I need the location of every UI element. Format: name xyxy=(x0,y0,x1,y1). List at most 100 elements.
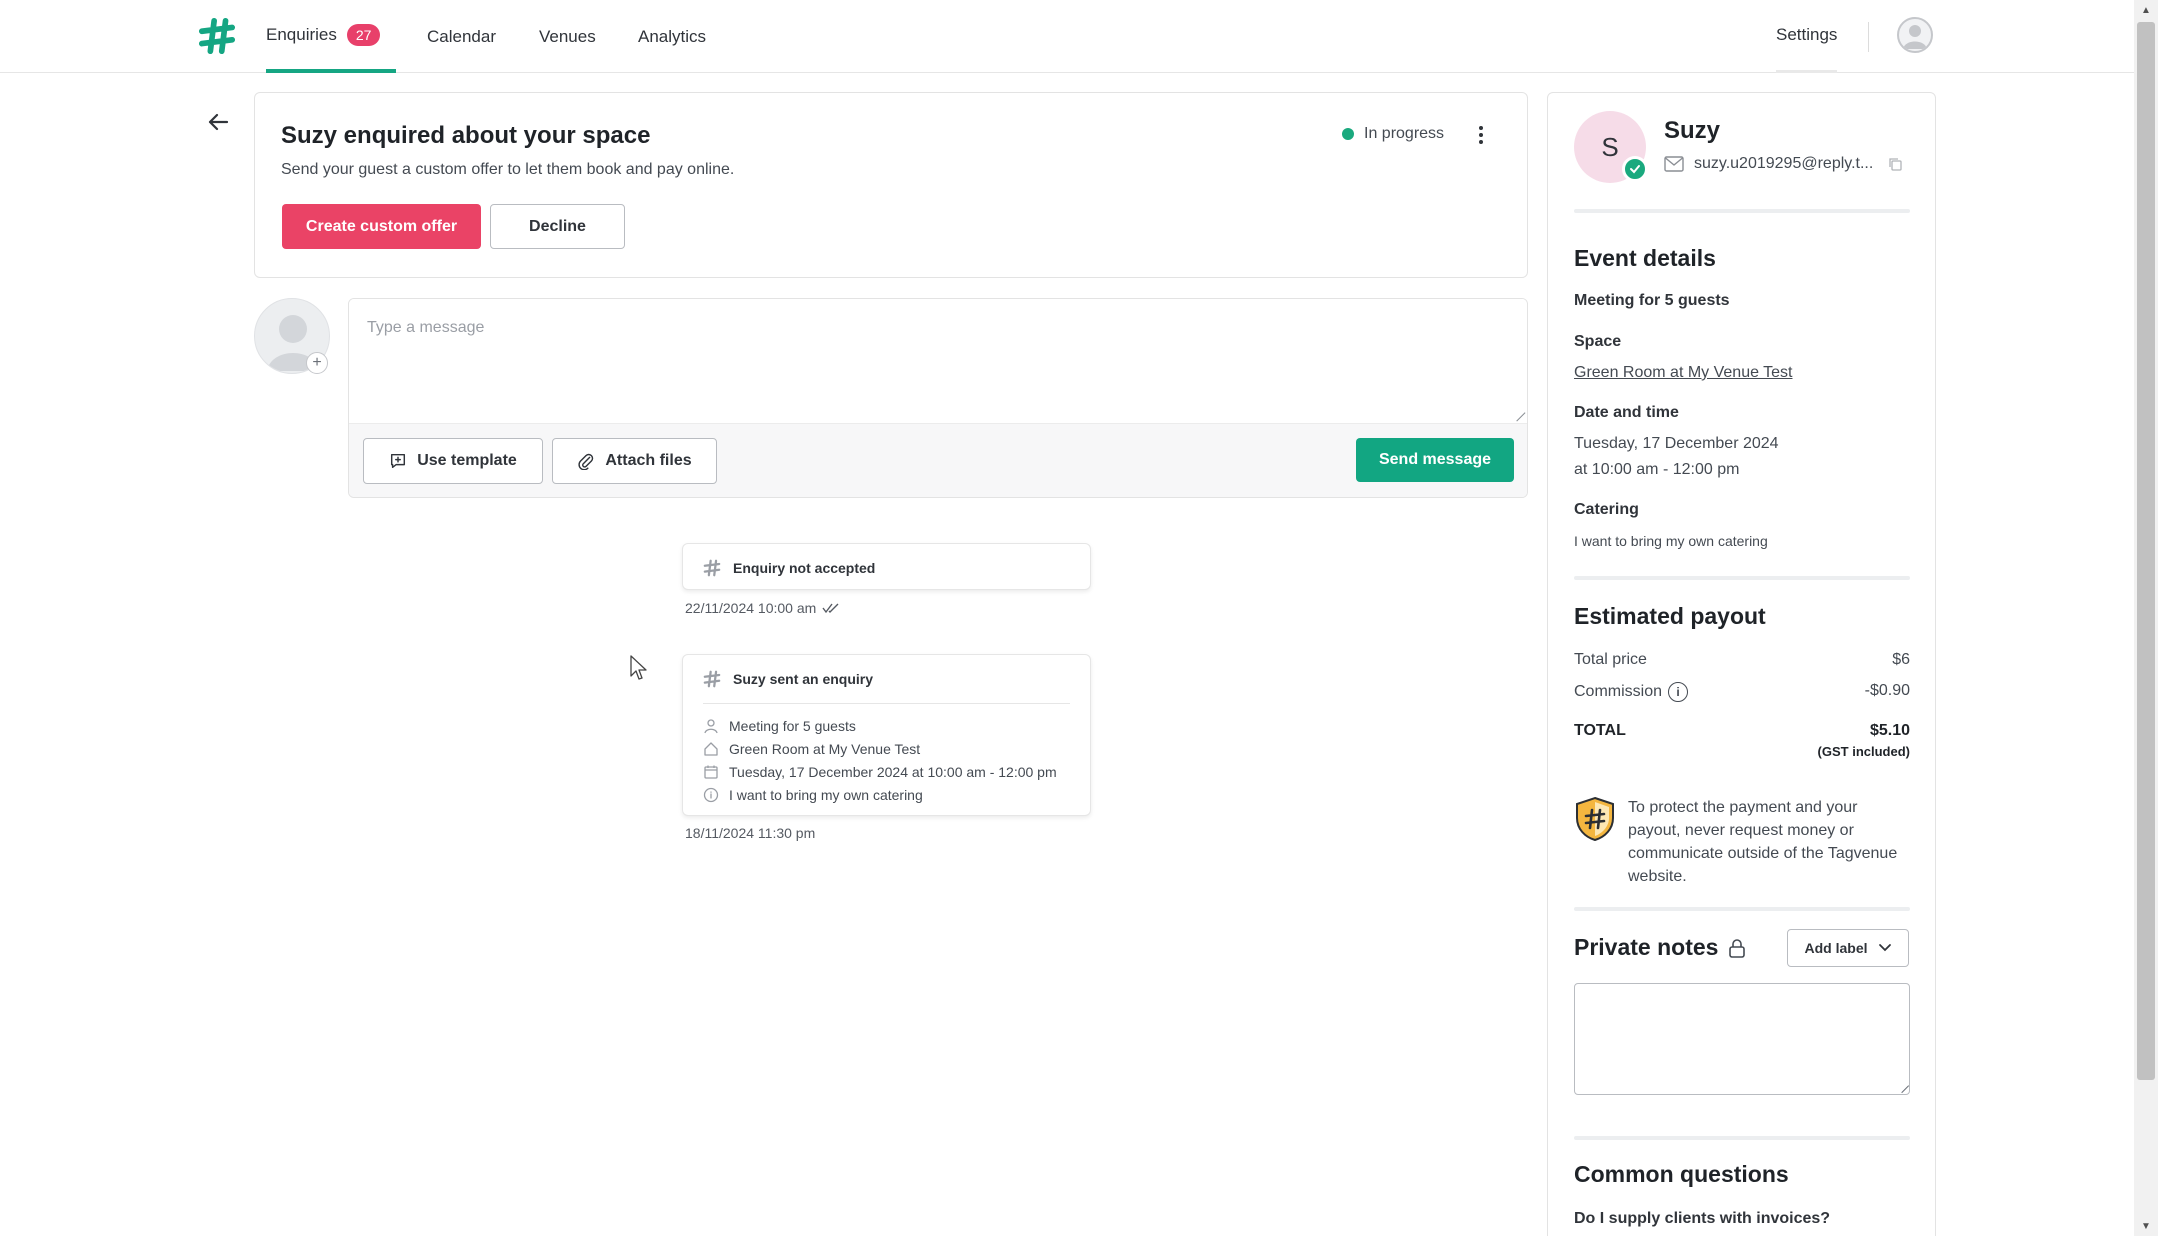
scroll-down-arrow-icon[interactable]: ▼ xyxy=(2134,1216,2158,1236)
nav-calendar[interactable]: Calendar xyxy=(427,0,496,73)
calendar-icon xyxy=(704,765,718,779)
message-input[interactable] xyxy=(349,299,1527,423)
person-icon xyxy=(704,718,718,733)
user-avatar-icon[interactable] xyxy=(1897,17,1933,53)
enquiry-line-catering: I want to bring my own catering xyxy=(703,783,1070,806)
total-price-label: Total price xyxy=(1574,651,1647,668)
space-label: Space xyxy=(1574,333,1622,350)
event-enquiry-timestamp: 18/11/2024 11:30 pm xyxy=(685,825,815,841)
enquiry-title: Suzy enquired about your space xyxy=(281,122,651,149)
total-price-value: $6 xyxy=(1892,651,1910,668)
payout-total-label: TOTAL xyxy=(1574,722,1626,739)
commission-info-icon[interactable]: i xyxy=(1668,682,1689,702)
nav-enquiries-label: Enquiries xyxy=(266,24,337,44)
panel-separator xyxy=(1574,907,1910,911)
use-template-button[interactable]: Use template xyxy=(363,438,543,484)
event-not-accepted-title: Enquiry not accepted xyxy=(733,559,876,576)
add-label-text: Add label xyxy=(1804,940,1868,956)
private-notes-heading-row: Private notes xyxy=(1574,934,1746,961)
nav-venues[interactable]: Venues xyxy=(539,0,596,73)
enquiry-subtitle: Send your guest a custom offer to let th… xyxy=(281,161,735,178)
nav-venues-label: Venues xyxy=(539,26,596,46)
space-link[interactable]: Green Room at My Venue Test xyxy=(1574,364,1792,382)
payout-total-value: $5.10 xyxy=(1869,722,1910,739)
commission-value: -$0.90 xyxy=(1864,682,1910,699)
enquiries-count-badge: 27 xyxy=(346,23,381,46)
attach-files-label: Attach files xyxy=(605,452,692,469)
commission-label: Commission xyxy=(1574,683,1663,701)
guest-name: Suzy xyxy=(1664,117,1721,144)
enquiry-date-text: Tuesday, 17 December 2024 at 10:00 am - … xyxy=(729,763,1057,780)
event-enquiry-time: 18/11/2024 11:30 pm xyxy=(685,825,816,841)
create-custom-offer-button[interactable]: Create custom offer xyxy=(282,204,481,249)
payout-total-row: TOTAL $5.10 xyxy=(1574,722,1910,740)
more-options-icon[interactable] xyxy=(1469,121,1493,149)
status-dot-icon xyxy=(1342,128,1354,140)
template-icon xyxy=(391,453,406,469)
enquiry-guests-text: Meeting for 5 guests xyxy=(729,717,856,734)
event-enquiry-title: Suzy sent an enquiry xyxy=(733,671,874,687)
panel-separator xyxy=(1574,1136,1910,1140)
common-questions-heading: Common questions xyxy=(1574,1161,1789,1187)
shield-icon xyxy=(1576,796,1614,842)
tagvenue-mark-icon xyxy=(703,559,721,576)
panel-separator xyxy=(1574,209,1910,213)
event-time: at 10:00 am - 12:00 pm xyxy=(1574,461,1740,478)
private-notes-heading: Private notes xyxy=(1574,934,1719,960)
decline-button[interactable]: Decline xyxy=(490,204,625,249)
payment-protection-note: To protect the payment and your payout, … xyxy=(1574,796,1910,888)
envelope-icon xyxy=(1664,156,1684,172)
add-label-dropdown[interactable]: Add label xyxy=(1787,929,1909,967)
paperclip-icon xyxy=(578,453,594,470)
estimated-payout-heading: Estimated payout xyxy=(1574,603,1766,629)
event-enquiry-card: Suzy sent an enquiry Meeting for 5 guest… xyxy=(682,654,1091,816)
send-message-button[interactable]: Send message xyxy=(1356,438,1514,482)
event-not-accepted-timestamp: 22/11/2024 10:00 am xyxy=(685,600,840,616)
guest-email-row: suzy.u2019295@reply.t... xyxy=(1664,155,1903,173)
info-circle-icon xyxy=(703,787,719,802)
mouse-cursor-icon xyxy=(629,654,649,687)
payment-protection-text: To protect the payment and your payout, … xyxy=(1628,799,1898,885)
message-composer: Use template Attach files Send message xyxy=(348,298,1528,498)
panel-separator xyxy=(1574,576,1910,580)
commission-row: Commission i -$0.90 xyxy=(1574,682,1910,702)
event-details-heading: Event details xyxy=(1574,245,1716,271)
status-indicator: In progress xyxy=(1342,125,1444,143)
scroll-up-arrow-icon[interactable]: ▲ xyxy=(2134,0,2158,20)
nav-enquiries[interactable]: Enquiries 27 xyxy=(266,0,396,73)
catering-label: Catering xyxy=(1574,501,1639,518)
enquiry-line-date: Tuesday, 17 December 2024 at 10:00 am - … xyxy=(703,760,1070,783)
copy-icon xyxy=(1889,158,1902,171)
date-time-label: Date and time xyxy=(1574,404,1679,421)
home-icon xyxy=(704,741,718,756)
page-scrollbar[interactable]: ▲ ▼ xyxy=(2134,0,2158,1236)
faq-question-invoices[interactable]: Do I supply clients with invoices? xyxy=(1574,1210,1830,1228)
enquiry-line-space: Green Room at My Venue Test xyxy=(703,737,1070,760)
composer-toolbar: Use template Attach files Send message xyxy=(349,423,1527,497)
nav-settings-label: Settings xyxy=(1776,25,1838,44)
tagvenue-mark-icon xyxy=(703,670,721,688)
enquiry-catering-text: I want to bring my own catering xyxy=(729,786,923,803)
event-not-accepted-time: 22/11/2024 10:00 am xyxy=(685,600,817,616)
attach-files-button[interactable]: Attach files xyxy=(552,438,717,484)
nav-settings[interactable]: Settings xyxy=(1776,0,1838,73)
status-label: In progress xyxy=(1364,125,1445,142)
tagvenue-logo-icon[interactable] xyxy=(198,17,236,55)
event-date: Tuesday, 17 December 2024 xyxy=(1574,435,1779,452)
nav-divider xyxy=(1868,22,1869,52)
enquiry-line-guests: Meeting for 5 guests xyxy=(703,714,1070,737)
double-check-icon xyxy=(822,603,839,614)
nav-analytics[interactable]: Analytics xyxy=(638,0,706,73)
total-price-row: Total price $6 xyxy=(1574,651,1910,669)
private-notes-input[interactable] xyxy=(1574,983,1910,1095)
catering-value: I want to bring my own catering xyxy=(1574,533,1768,549)
scrollbar-thumb[interactable] xyxy=(2137,22,2155,1080)
enquiry-details-panel: S Suzy suzy.u2019295@reply.t... Event de… xyxy=(1547,92,1936,1236)
back-arrow-icon[interactable] xyxy=(204,108,232,136)
enquiry-space-text: Green Room at My Venue Test xyxy=(729,740,921,757)
top-navigation: Enquiries 27 Calendar Venues Analytics S… xyxy=(0,0,2134,73)
add-photo-icon[interactable]: + xyxy=(306,352,328,374)
event-meeting-label: Meeting for 5 guests xyxy=(1574,292,1730,309)
enquiry-header-card: Suzy enquired about your space Send your… xyxy=(254,92,1528,278)
guest-email: suzy.u2019295@reply.t... xyxy=(1694,155,1874,172)
